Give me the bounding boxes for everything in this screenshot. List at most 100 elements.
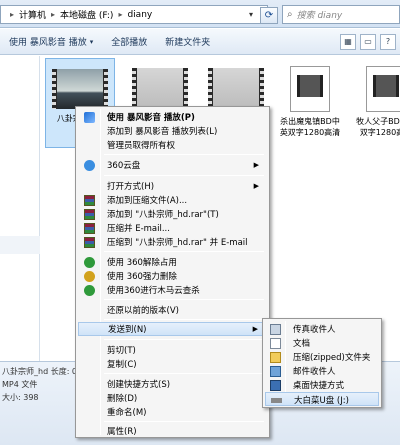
rar-icon xyxy=(84,209,95,220)
menu-item-copy[interactable]: 复制(C) xyxy=(78,357,267,371)
play-with-button[interactable]: 使用 暴风影音 播放 ▾ xyxy=(0,35,102,49)
nav-item[interactable] xyxy=(0,96,40,114)
fax-icon xyxy=(270,324,281,335)
new-folder-label: 新建文件夹 xyxy=(165,38,211,48)
menu-item-compress-email[interactable]: 压缩并 E-mail... xyxy=(78,221,267,235)
menu-item-label: 使用 360解除占用 xyxy=(107,258,177,268)
menu-item-delete[interactable]: 删除(D) xyxy=(78,391,267,405)
menu-item-label: 删除(D) xyxy=(107,394,138,404)
preview-pane-icon[interactable]: ▭ xyxy=(360,34,376,50)
send-to-mail[interactable]: 邮件收件人 xyxy=(265,364,379,378)
send-to-submenu: 传真收件人 文档 压缩(zipped)文件夹 邮件收件人 桌面快捷方式 大白菜U… xyxy=(262,318,382,408)
send-to-fax[interactable]: 传真收件人 xyxy=(265,322,379,336)
breadcrumb-chevron-icon[interactable]: ▸ xyxy=(118,10,122,19)
address-bar-area: ▸ 计算机 ▸ 本地磁盘 (F:) ▸ diany ▾ ⟳ ⌕ 搜索 diany xyxy=(0,0,400,28)
new-folder-button[interactable]: 新建文件夹 xyxy=(156,35,219,48)
file-name: 杀出魔鬼镇BD中英双字1280高清 xyxy=(279,117,341,137)
navigation-pane[interactable] xyxy=(0,56,40,361)
360-icon xyxy=(84,285,95,296)
menu-item-label: 重命名(M) xyxy=(107,408,147,418)
video-thumbnail xyxy=(208,68,264,108)
search-placeholder: 搜索 diany xyxy=(296,11,343,21)
menu-item-label: 复制(C) xyxy=(107,360,137,370)
menu-item-restore-versions[interactable]: 还原以前的版本(V) xyxy=(78,303,267,317)
refresh-icon[interactable]: ⟳ xyxy=(260,7,278,24)
nav-item[interactable] xyxy=(0,136,40,154)
menu-item-take-ownership[interactable]: 管理员取得所有权 xyxy=(78,138,267,152)
command-bar: 使用 暴风影音 播放 ▾ 全部播放 新建文件夹 ▦ ▭ ? xyxy=(0,29,400,55)
menu-item-label: 使用 暴风影音 播放(P) xyxy=(107,113,195,123)
zip-folder-icon xyxy=(270,352,281,363)
breadcrumb-folder[interactable]: diany xyxy=(127,10,152,20)
cloud-icon xyxy=(84,160,95,171)
menu-item-compress-rar-email[interactable]: 压缩到 "八卦宗师_hd.rar" 并 E-mail xyxy=(78,235,267,249)
search-box[interactable]: ⌕ 搜索 diany xyxy=(282,5,400,24)
menu-item-label: 属性(R) xyxy=(107,427,137,437)
menu-item-label: 剪切(T) xyxy=(107,346,136,356)
menu-item-360-cloud[interactable]: 360云盘 ▶ xyxy=(78,158,267,172)
menu-item-label: 创建快捷方式(S) xyxy=(107,380,171,390)
file-item-document[interactable]: 牧人父子BD中英双字1280高清 xyxy=(351,58,400,148)
view-options-icon[interactable]: ▦ xyxy=(340,34,356,50)
document-icon xyxy=(270,338,281,349)
menu-item-360-unlock[interactable]: 使用 360解除占用 xyxy=(78,255,267,269)
submenu-item-label: 大白菜U盘 (J:) xyxy=(294,396,349,406)
chevron-down-icon: ▾ xyxy=(89,37,94,46)
mail-icon xyxy=(270,366,281,377)
context-menu: 使用 暴风影音 播放(P) 添加到 暴风影音 播放列表(L) 管理员取得所有权 … xyxy=(75,106,270,438)
breadcrumb-chevron-icon[interactable]: ▸ xyxy=(51,10,55,19)
rar-icon xyxy=(84,195,95,206)
address-bar[interactable]: ▸ 计算机 ▸ 本地磁盘 (F:) ▸ diany ▾ xyxy=(0,5,268,24)
file-item-document[interactable]: 杀出魔鬼镇BD中英双字1280高清 xyxy=(275,58,345,148)
submenu-arrow-icon: ▶ xyxy=(253,182,259,190)
menu-item-open-with[interactable]: 打开方式(H) ▶ xyxy=(78,179,267,193)
play-with-label: 使用 暴风影音 播放 xyxy=(9,38,87,48)
menu-item-label: 添加到 暴风影音 播放列表(L) xyxy=(107,127,218,137)
video-file-icon xyxy=(366,66,400,112)
nav-item[interactable] xyxy=(0,236,40,254)
rar-icon xyxy=(84,223,95,234)
menu-item-rename[interactable]: 重命名(M) xyxy=(78,405,267,419)
play-all-button[interactable]: 全部播放 xyxy=(102,35,156,48)
menu-item-play[interactable]: 使用 暴风影音 播放(P) xyxy=(78,110,267,124)
submenu-item-label: 文档 xyxy=(293,339,311,349)
menu-item-properties[interactable]: 属性(R) xyxy=(78,424,267,438)
menu-item-label: 压缩到 "八卦宗师_hd.rar" 并 E-mail xyxy=(107,238,248,248)
submenu-arrow-icon: ▶ xyxy=(253,161,259,169)
menu-item-label: 压缩并 E-mail... xyxy=(107,224,170,234)
menu-item-add-playlist[interactable]: 添加到 暴风影音 播放列表(L) xyxy=(78,124,267,138)
menu-item-label: 打开方式(H) xyxy=(107,182,155,192)
breadcrumb-chevron-icon[interactable]: ▸ xyxy=(10,10,14,19)
send-to-usb-drive[interactable]: 大白菜U盘 (J:) xyxy=(265,392,379,406)
breadcrumb-computer[interactable]: 计算机 xyxy=(19,8,46,21)
menu-item-create-shortcut[interactable]: 创建快捷方式(S) xyxy=(78,377,267,391)
submenu-item-label: 邮件收件人 xyxy=(293,367,336,377)
menu-item-360-shred[interactable]: 使用 360强力删除 xyxy=(78,269,267,283)
menu-item-label: 添加到压缩文件(A)... xyxy=(107,196,188,206)
rar-icon xyxy=(84,237,95,248)
menu-item-label: 使用360进行木马云查杀 xyxy=(107,286,200,296)
menu-item-add-archive[interactable]: 添加到压缩文件(A)... xyxy=(78,193,267,207)
menu-item-360-scan[interactable]: 使用360进行木马云查杀 xyxy=(78,283,267,297)
breadcrumb-drive[interactable]: 本地磁盘 (F:) xyxy=(60,8,113,21)
video-thumbnail xyxy=(52,69,108,109)
360-icon xyxy=(84,257,95,268)
address-dropdown-icon[interactable]: ▾ xyxy=(249,10,253,19)
details-type: MP4 文件 xyxy=(2,380,38,389)
send-to-documents[interactable]: 文档 xyxy=(265,336,379,350)
send-to-desktop[interactable]: 桌面快捷方式 xyxy=(265,378,379,392)
desktop-icon xyxy=(270,380,281,391)
submenu-item-label: 桌面快捷方式 xyxy=(293,381,345,391)
details-size: 大小: 398 xyxy=(2,393,39,402)
search-icon: ⌕ xyxy=(287,9,293,20)
menu-item-cut[interactable]: 剪切(T) xyxy=(78,343,267,357)
help-icon[interactable]: ? xyxy=(380,34,396,50)
submenu-item-label: 传真收件人 xyxy=(293,325,336,335)
file-name: 牧人父子BD中英双字1280高清 xyxy=(356,117,400,137)
menu-item-label: 添加到 "八卦宗师_hd.rar"(T) xyxy=(107,210,219,220)
play-all-label: 全部播放 xyxy=(111,38,148,48)
send-to-zip[interactable]: 压缩(zipped)文件夹 xyxy=(265,350,379,364)
menu-item-label: 使用 360强力删除 xyxy=(107,272,177,282)
menu-item-send-to[interactable]: 发送到(N) ▶ xyxy=(78,322,267,336)
menu-item-add-rar[interactable]: 添加到 "八卦宗师_hd.rar"(T) xyxy=(78,207,267,221)
